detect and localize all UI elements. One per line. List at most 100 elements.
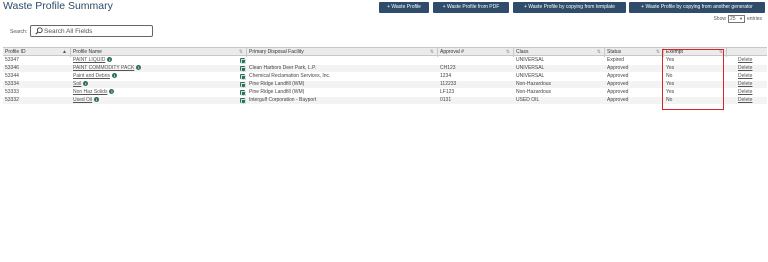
profile-class: Non-Hazardous xyxy=(516,89,552,95)
column-header-label: Profile ID xyxy=(5,49,26,55)
profile-status: Approved xyxy=(607,81,629,87)
approval-number xyxy=(438,57,440,64)
column-header-profile-name[interactable]: Profile Name ⇅ xyxy=(71,48,246,57)
disposal-facility: Pine Ridge Landfill (WM) xyxy=(249,81,305,87)
profile-name-link[interactable]: Soil xyxy=(73,81,81,87)
search-icon xyxy=(33,26,44,36)
exempt-value: No xyxy=(666,73,673,79)
table-row: 53334 Soil i Pine Ridge Landfill (WM) 112… xyxy=(3,81,767,88)
approval-number: CH123 xyxy=(440,65,456,71)
show-entries-suffix: entries xyxy=(746,16,762,22)
document-icon[interactable] xyxy=(240,58,246,64)
profile-status: Approved xyxy=(607,73,629,79)
copy-from-template-button[interactable]: + Waste Profile by copying from template xyxy=(513,2,626,13)
document-icon[interactable] xyxy=(240,66,246,72)
delete-link[interactable]: Delete xyxy=(738,97,752,103)
column-header-label: Status xyxy=(607,49,622,55)
delete-link[interactable]: Delete xyxy=(738,89,752,95)
sort-icon: ⇅ xyxy=(655,49,660,55)
chevron-down-icon: ▼ xyxy=(739,16,743,21)
column-header-label: Exempt xyxy=(666,49,683,55)
exempt-value: Yes xyxy=(666,65,675,71)
column-header-profile-id[interactable]: Profile ID ▲ xyxy=(3,48,70,57)
column-header-actions xyxy=(727,48,767,57)
sort-icon: ⇅ xyxy=(718,49,723,55)
entries-per-page-select[interactable]: 25 ▼ xyxy=(727,15,745,23)
entries-per-page-value: 25 xyxy=(729,16,736,22)
profile-id: 53346 xyxy=(5,65,19,71)
profile-class: Non-Hazardous xyxy=(516,81,552,87)
disposal-facility xyxy=(247,57,249,64)
info-icon[interactable]: i xyxy=(111,73,117,78)
exempt-value: Yes xyxy=(666,89,675,95)
copy-from-generator-button[interactable]: + Waste Profile by copying from another … xyxy=(629,2,765,13)
profile-name-link[interactable]: Used Oil xyxy=(73,97,92,103)
delete-link[interactable]: Delete xyxy=(738,73,752,79)
profile-class: UNIVERSAL xyxy=(516,73,545,79)
add-waste-profile-button[interactable]: + Waste Profile xyxy=(379,2,429,13)
profile-name-link[interactable]: PAINT LIQUID xyxy=(73,57,105,63)
info-icon[interactable]: i xyxy=(94,97,100,102)
sort-icon: ⇅ xyxy=(505,49,510,55)
table-row: 53344 Paint and Debris i Chemical Reclama… xyxy=(3,73,767,80)
table-row: 53332 Used Oil i Intergulf Corporation - … xyxy=(3,97,767,104)
delete-link[interactable]: Delete xyxy=(738,81,752,87)
approval-number: 112233 xyxy=(440,81,457,87)
table-header: Profile ID ▲ Profile Name ⇅ Primary Disp… xyxy=(3,47,767,57)
info-icon[interactable]: i xyxy=(107,57,113,62)
approval-number: 1234 xyxy=(440,73,452,79)
column-header-disposal-facility[interactable]: Primary Disposal Facility ⇅ xyxy=(247,48,437,57)
profile-class: UNIVERSAL xyxy=(516,65,545,71)
info-icon[interactable]: i xyxy=(83,81,89,86)
sort-icon: ⇅ xyxy=(596,49,601,55)
document-icon[interactable] xyxy=(240,74,246,80)
exempt-value: Yes xyxy=(666,57,675,63)
approval-number: 0131 xyxy=(440,97,452,103)
info-icon[interactable]: i xyxy=(136,65,142,70)
sort-icon: ⇅ xyxy=(429,49,434,55)
delete-link[interactable]: Delete xyxy=(738,65,752,71)
info-icon[interactable]: i xyxy=(109,89,115,94)
search-input[interactable] xyxy=(44,27,144,35)
column-header-label: Approval # xyxy=(440,49,464,55)
disposal-facility: Intergulf Corporation - Bayport xyxy=(249,97,317,103)
table-row: 53346 PAINT COMMODITY PACK i Clean Harbor… xyxy=(3,65,767,72)
search-box[interactable] xyxy=(30,25,153,37)
page-title: Waste Profile Summary xyxy=(3,0,113,12)
profile-id: 53332 xyxy=(5,97,19,103)
show-entries-prefix: Show xyxy=(713,16,726,22)
search-label: Search: xyxy=(10,29,28,35)
disposal-facility: Chemical Reclamation Services, Inc. xyxy=(249,73,331,79)
profile-name-cell: Paint and Debris i xyxy=(71,73,117,80)
disposal-facility: Pine Ridge Landfill (WM) xyxy=(249,89,305,95)
profile-name-cell: Soil i xyxy=(71,81,89,88)
document-icon[interactable] xyxy=(240,98,246,104)
profile-name-link[interactable]: PAINT COMMODITY PACK xyxy=(73,65,134,71)
delete-link[interactable]: Delete xyxy=(738,57,752,63)
profile-status: Approved xyxy=(607,97,629,103)
document-icon[interactable] xyxy=(240,90,246,96)
column-header-exempt[interactable]: Exempt ⇅ xyxy=(664,48,726,57)
table-row: 53333 Non Haz Solids i Pine Ridge Landfil… xyxy=(3,89,767,96)
profile-name-cell: Used Oil i xyxy=(71,97,100,104)
profile-id: 53347 xyxy=(5,57,19,63)
add-waste-profile-from-pdf-button[interactable]: + Waste Profile from PDF xyxy=(433,2,509,13)
column-header-status[interactable]: Status ⇅ xyxy=(605,48,663,57)
profile-class: USED OIL xyxy=(516,97,540,103)
profile-status: Approved xyxy=(607,65,629,71)
profile-name-cell: Non Haz Solids i xyxy=(71,89,115,96)
profile-name-link[interactable]: Paint and Debris xyxy=(73,73,110,79)
column-header-class[interactable]: Class ⇅ xyxy=(514,48,604,57)
profile-name-cell: PAINT LIQUID i xyxy=(71,57,113,64)
column-header-label: Primary Disposal Facility xyxy=(249,49,304,55)
profile-name-link[interactable]: Non Haz Solids xyxy=(73,89,107,95)
profile-id: 53333 xyxy=(5,89,19,95)
profile-class: UNIVERSAL xyxy=(516,57,545,63)
column-header-approval[interactable]: Approval # ⇅ xyxy=(438,48,513,57)
exempt-value: Yes xyxy=(666,81,675,87)
exempt-value: No xyxy=(666,97,673,103)
profile-id: 53344 xyxy=(5,73,19,79)
column-header-label: Class xyxy=(516,49,529,55)
profile-status: Approved xyxy=(607,89,629,95)
document-icon[interactable] xyxy=(240,82,246,88)
